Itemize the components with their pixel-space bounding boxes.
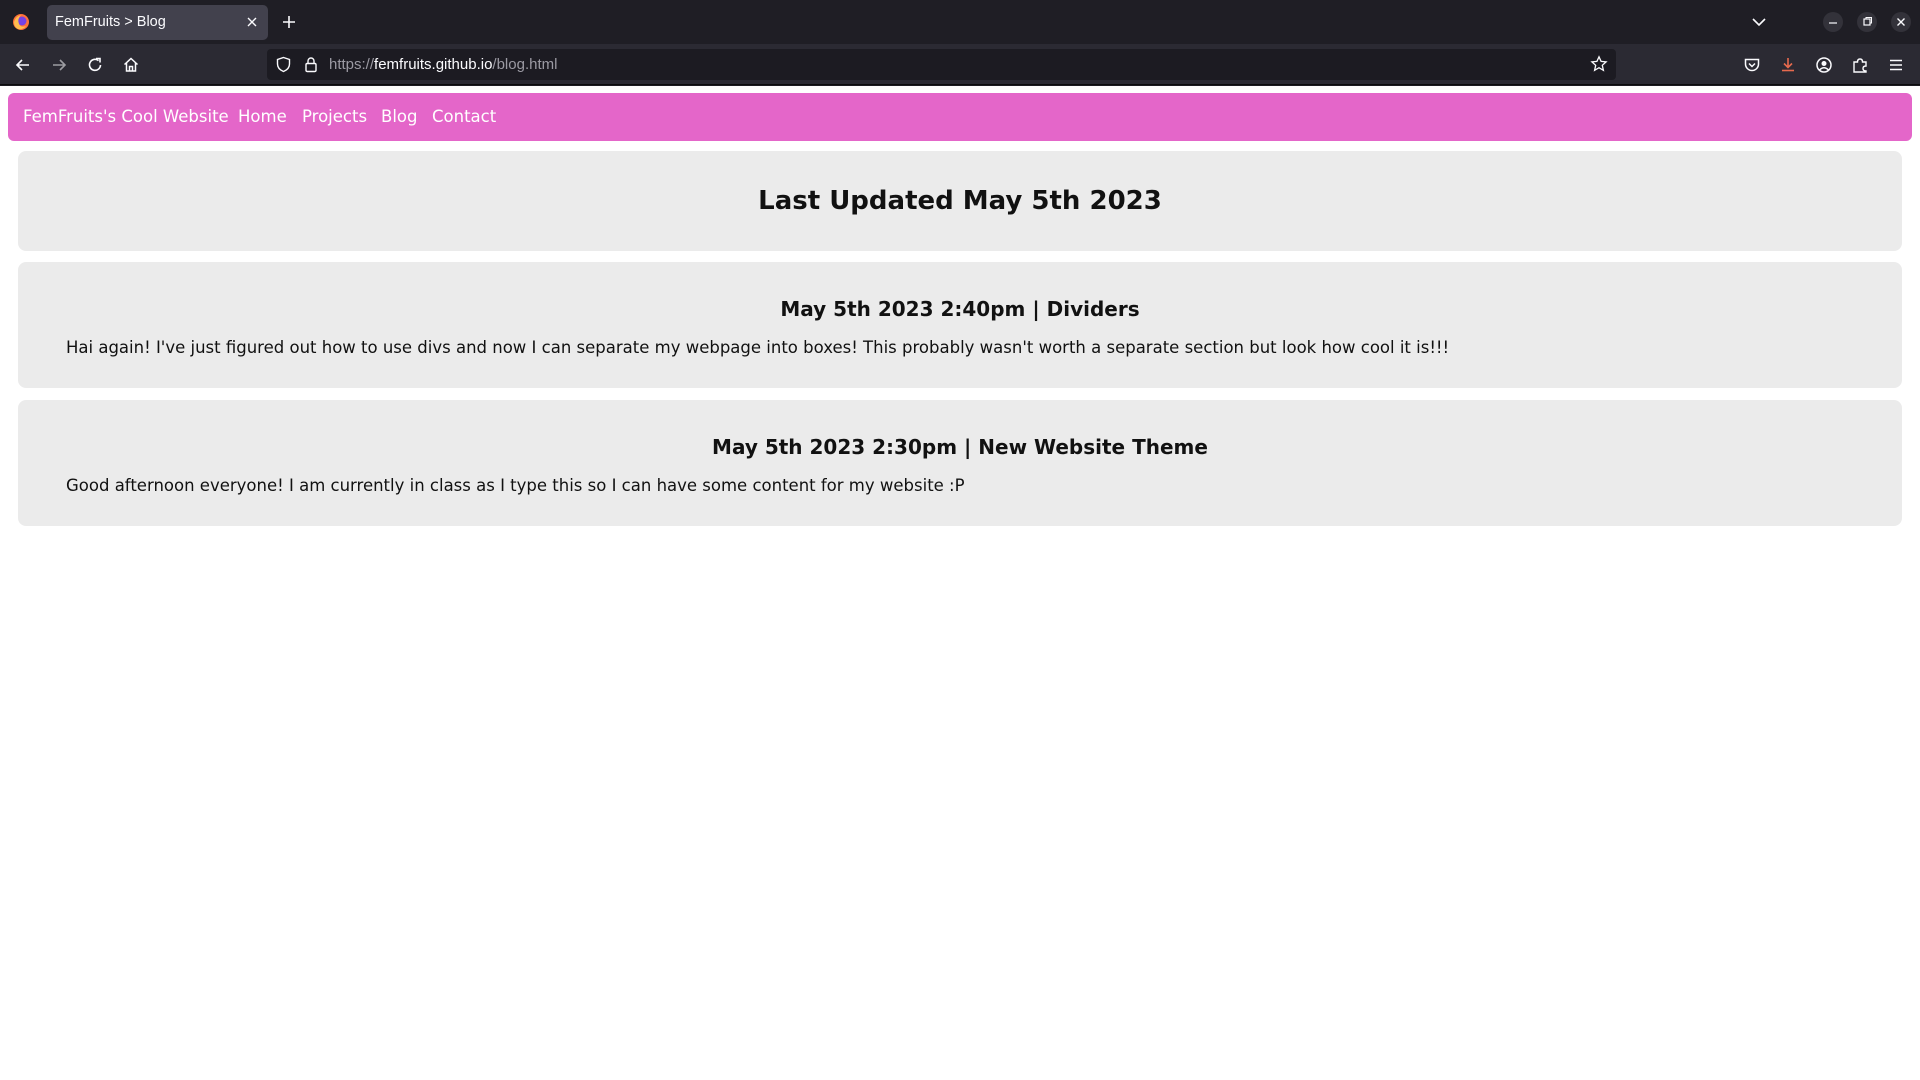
firefox-logo-icon[interactable] bbox=[12, 13, 30, 31]
forward-arrow-icon[interactable] bbox=[49, 55, 69, 75]
restore-window-button[interactable] bbox=[1857, 12, 1877, 32]
new-tab-plus-icon[interactable] bbox=[280, 13, 298, 31]
post-title: May 5th 2023 2:30pm | New Website Theme bbox=[712, 435, 1208, 459]
blog-post: May 5th 2023 2:40pm | Dividers Hai again… bbox=[18, 262, 1902, 388]
last-updated-box: Last Updated May 5th 2023 bbox=[18, 151, 1902, 251]
tracking-protection-shield-icon[interactable] bbox=[275, 56, 292, 73]
post-body: Good afternoon everyone! I am currently … bbox=[66, 476, 965, 495]
url-bar[interactable]: https://femfruits.github.io/blog.html bbox=[267, 49, 1616, 80]
post-body: Hai again! I've just figured out how to … bbox=[66, 338, 1450, 357]
site-navbar: FemFruits's Cool Website Home Projects B… bbox=[8, 93, 1912, 141]
minimize-icon bbox=[1829, 22, 1837, 24]
nav-link-blog[interactable]: Blog bbox=[381, 107, 417, 126]
tab-strip: FemFruits > Blog bbox=[0, 0, 1920, 44]
reload-icon[interactable] bbox=[85, 55, 105, 75]
account-icon[interactable] bbox=[1814, 55, 1834, 75]
downloads-icon[interactable] bbox=[1778, 55, 1798, 75]
active-tab[interactable]: FemFruits > Blog bbox=[47, 5, 268, 40]
close-window-button[interactable] bbox=[1891, 12, 1911, 32]
nav-link-projects[interactable]: Projects bbox=[302, 107, 367, 126]
blog-post: May 5th 2023 2:30pm | New Website Theme … bbox=[18, 400, 1902, 526]
close-tab-icon[interactable] bbox=[244, 14, 260, 30]
extensions-puzzle-icon[interactable] bbox=[1850, 55, 1870, 75]
bookmark-star-icon[interactable] bbox=[1590, 55, 1608, 73]
url-host: femfruits.github.io bbox=[374, 56, 493, 73]
browser-toolbar: https://femfruits.github.io/blog.html bbox=[0, 44, 1920, 85]
list-all-tabs-chevron-icon[interactable] bbox=[1750, 13, 1768, 31]
nav-link-home[interactable]: Home bbox=[238, 107, 287, 126]
web-page: FemFruits's Cool Website Home Projects B… bbox=[0, 86, 1920, 1080]
restore-icon bbox=[1863, 17, 1872, 26]
url-text[interactable]: https://femfruits.github.io/blog.html bbox=[329, 56, 557, 73]
pocket-icon[interactable] bbox=[1742, 55, 1762, 75]
url-path: /blog.html bbox=[492, 56, 558, 73]
home-icon[interactable] bbox=[121, 55, 141, 75]
close-window-icon bbox=[1897, 18, 1905, 26]
last-updated-heading: Last Updated May 5th 2023 bbox=[758, 186, 1162, 216]
back-arrow-icon[interactable] bbox=[13, 55, 33, 75]
url-scheme: https:// bbox=[329, 56, 375, 73]
hamburger-menu-icon[interactable] bbox=[1886, 55, 1906, 75]
post-title: May 5th 2023 2:40pm | Dividers bbox=[780, 297, 1140, 321]
tab-title: FemFruits > Blog bbox=[55, 14, 166, 30]
nav-link-contact[interactable]: Contact bbox=[432, 107, 496, 126]
minimize-window-button[interactable] bbox=[1823, 12, 1843, 32]
site-brand-link[interactable]: FemFruits's Cool Website bbox=[23, 107, 229, 126]
lock-icon[interactable] bbox=[303, 56, 319, 73]
